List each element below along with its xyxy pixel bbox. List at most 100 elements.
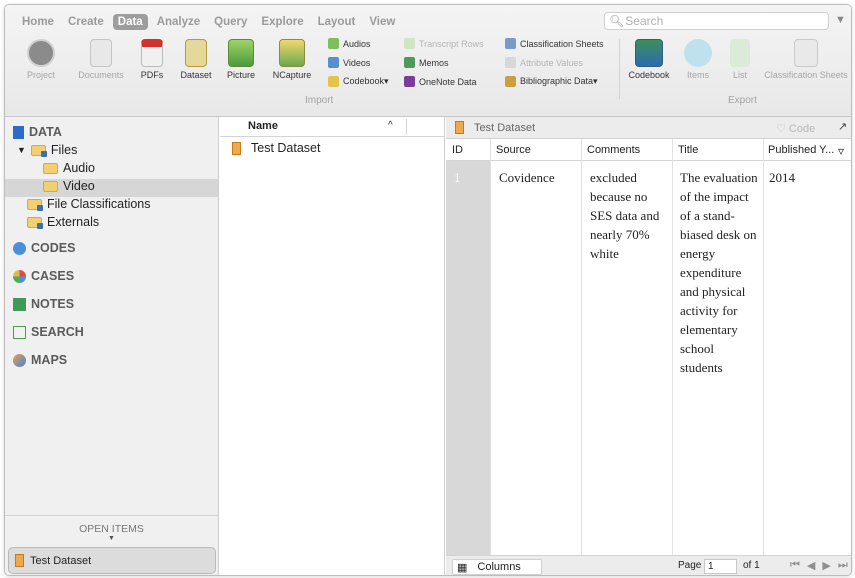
sidebar-item-data[interactable]: DATA — [13, 125, 62, 139]
app-window: Home Create Data Analyze Query Explore L… — [4, 4, 852, 576]
cell-published-year[interactable]: 2014 — [769, 168, 795, 187]
sidebar-item-cases[interactable]: CASES — [13, 269, 74, 283]
ribbon-options-chevron-icon[interactable]: ▼ — [835, 14, 846, 26]
open-item-tab[interactable]: Test Dataset — [8, 547, 216, 574]
open-items-header[interactable]: OPEN ITEMS ▼ — [5, 515, 218, 547]
list-item-name: Test Dataset — [251, 141, 321, 155]
tab-view[interactable]: View — [364, 14, 400, 30]
items-export-button[interactable]: Items — [681, 39, 715, 80]
columns-table-icon: ▦ — [457, 561, 468, 574]
project-button[interactable]: Project — [19, 39, 63, 80]
code-label: Code — [788, 123, 816, 135]
dataset-button[interactable]: Dataset — [175, 39, 217, 80]
sidebar-item-audio[interactable]: Audio — [43, 161, 95, 175]
cell-comments[interactable]: excluded because no SES data and nearly … — [590, 168, 670, 263]
open-item-label: Test Dataset — [30, 554, 92, 567]
tab-create[interactable]: Create — [63, 14, 109, 30]
dataset-doc-icon — [232, 141, 241, 155]
ribbon: Home Create Data Analyze Query Explore L… — [5, 5, 851, 117]
audio-folder-icon — [43, 162, 58, 174]
sidebar-item-codes[interactable]: CODES — [13, 241, 75, 255]
classification-sheets-export-button[interactable]: Classification Sheets — [763, 39, 849, 80]
sidebar-search-label: SEARCH — [31, 325, 84, 339]
codebook-import-button[interactable]: Codebook▾ — [328, 76, 389, 87]
sidebar-item-externals[interactable]: Externals — [27, 215, 99, 229]
codebook-export-button[interactable]: Codebook — [625, 39, 673, 80]
sidebar-item-video[interactable]: Video — [43, 179, 95, 193]
cell-title-line: biased desk on — [680, 227, 757, 242]
pdfs-label: PDFs — [140, 70, 164, 80]
column-header-id[interactable]: ID — [452, 144, 463, 156]
videos-button[interactable]: Videos — [328, 57, 370, 68]
notes-icon — [13, 297, 26, 311]
list-item[interactable]: Test Dataset — [220, 139, 444, 157]
documents-button[interactable]: Documents — [75, 39, 127, 80]
cell-comments-line: because no — [590, 189, 648, 204]
detail-title: Test Dataset — [474, 122, 536, 134]
next-page-icon[interactable]: ▶ — [822, 559, 830, 572]
bibliographic-data-button[interactable]: Bibliographic Data▾ — [505, 76, 598, 87]
pdfs-button[interactable]: PDFs — [137, 39, 167, 80]
ribbon-divider — [619, 39, 620, 99]
export-group-label: Export — [728, 95, 757, 106]
onenote-label: OneNote Data — [419, 76, 477, 87]
codebook-export-label: Codebook — [628, 70, 670, 80]
cell-id[interactable]: 1 — [454, 168, 461, 187]
sidebar-item-maps[interactable]: MAPS — [13, 353, 67, 367]
cell-comments-line: excluded — [590, 170, 637, 185]
tab-explore[interactable]: Explore — [256, 14, 308, 30]
column-header-title[interactable]: Title — [678, 144, 698, 156]
transcript-rows-button[interactable]: Transcript Rows — [404, 38, 484, 49]
column-header-comments[interactable]: Comments — [587, 144, 640, 156]
file-list-pane: Name ^ Test Dataset — [220, 117, 445, 575]
code-button[interactable]: ♡ Code — [776, 122, 815, 135]
column-header-source[interactable]: Source — [496, 144, 531, 156]
first-page-icon[interactable]: ⏮︎ — [790, 559, 800, 572]
search-placeholder: Search — [625, 14, 664, 28]
cell-comments-line: white — [590, 246, 619, 261]
tab-analyze[interactable]: Analyze — [152, 14, 205, 30]
search-input[interactable]: 🔍︎Search — [604, 12, 829, 30]
tab-query[interactable]: Query — [209, 14, 252, 30]
page-number-input[interactable]: 1 — [704, 559, 737, 574]
sidebar-item-files[interactable]: ▼ Files — [17, 143, 77, 157]
sidebar-item-file-classifications[interactable]: File Classifications — [27, 197, 151, 211]
last-page-icon[interactable]: ⏭︎ — [838, 559, 848, 572]
documents-icon — [90, 39, 112, 67]
cell-title-line: The evaluation — [680, 170, 758, 185]
tab-data[interactable]: Data — [112, 14, 148, 30]
memos-button[interactable]: Memos — [404, 57, 449, 68]
cell-source[interactable]: Covidence — [499, 168, 555, 187]
sidebar-video-label: Video — [63, 179, 95, 193]
ncapture-button[interactable]: NCapture — [269, 39, 315, 80]
column-header-published-year[interactable]: Published Y... — [768, 144, 834, 156]
onenote-icon — [404, 76, 415, 87]
audios-button[interactable]: Audios — [328, 38, 371, 49]
selection-highlight — [5, 179, 218, 197]
open-items-chevron-icon: ▼ — [108, 535, 115, 542]
filter-icon[interactable]: ▿ — [838, 144, 844, 158]
sidebar-item-search[interactable]: SEARCH — [13, 325, 84, 339]
data-icon — [13, 125, 24, 139]
expand-icon[interactable]: ↗ — [838, 120, 847, 133]
ncapture-label: NCapture — [272, 70, 312, 80]
picture-button[interactable]: Picture — [223, 39, 259, 80]
attribute-values-icon — [505, 57, 516, 68]
attribute-values-button[interactable]: Attribute Values — [505, 57, 583, 68]
transcript-rows-label: Transcript Rows — [419, 38, 484, 49]
cell-title[interactable]: The evaluation of the impact of a stand-… — [680, 168, 764, 377]
previous-page-icon[interactable]: ◀ — [807, 559, 815, 572]
list-export-button[interactable]: List — [725, 39, 755, 80]
bibliographic-icon — [505, 76, 516, 87]
cell-title-line: school — [680, 341, 714, 356]
classification-sheets-import-label: Classification Sheets — [520, 38, 604, 49]
tab-layout[interactable]: Layout — [313, 14, 361, 30]
columns-button[interactable]: ▦ Columns — [452, 559, 542, 575]
name-column-header[interactable]: Name — [248, 120, 278, 132]
sidebar-item-notes[interactable]: NOTES — [13, 297, 74, 311]
tab-home[interactable]: Home — [17, 14, 59, 30]
sort-ascending-icon[interactable]: ^ — [388, 120, 393, 131]
classification-sheets-import-button[interactable]: Classification Sheets — [505, 38, 604, 49]
columns-label: Columns — [477, 561, 521, 573]
onenote-button[interactable]: OneNote Data — [404, 76, 477, 87]
